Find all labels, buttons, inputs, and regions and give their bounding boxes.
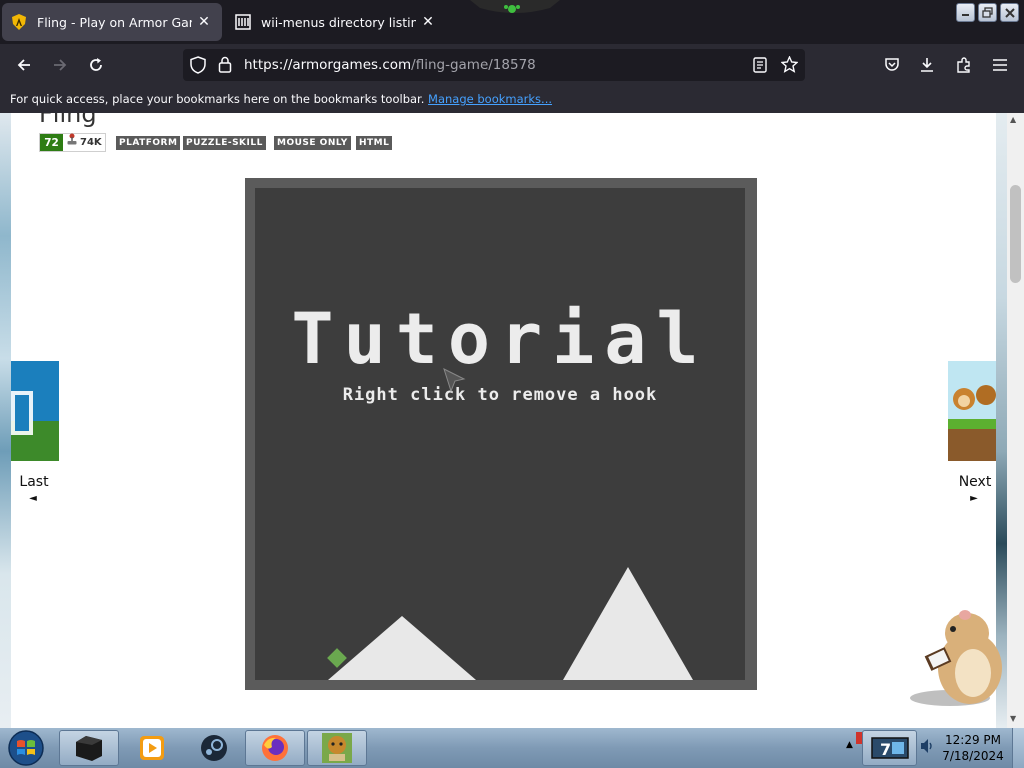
tab-title: wii-menus directory listing [261,14,416,30]
close-tab-icon[interactable]: ✕ [192,14,216,30]
menu-hamburger-icon[interactable] [985,50,1015,80]
tab-wii-menus[interactable]: wii-menus directory listing ✕ [226,3,446,41]
lock-icon[interactable] [218,56,232,77]
tab-title: Fling - Play on Armor Games [37,14,192,30]
previous-arrow-icon[interactable]: ◄ [9,493,57,504]
downloads-icon[interactable] [912,50,942,80]
scroll-down-arrow-icon[interactable]: ▼ [1010,714,1016,723]
windows-taskbar: ▲ 7 12:29 PM 7/18/2024 [0,728,1024,768]
spike-right [563,567,693,680]
system-clock[interactable]: 12:29 PM 7/18/2024 [940,732,1006,764]
reader-view-icon[interactable] [753,57,767,77]
restore-button[interactable] [978,3,997,22]
close-tab-icon[interactable]: ✕ [416,14,440,30]
tab-bar: Fling - Play on Armor Games ✕ wii-menus … [0,0,1024,44]
tag-mouse-only[interactable]: MOUSE ONLY [274,136,351,150]
spike-left [328,616,476,680]
show-desktop-button[interactable] [1012,728,1024,768]
clock-date: 7/18/2024 [942,749,1004,763]
taskbar-app-steam[interactable] [184,730,244,766]
rating-score: 72 [40,134,63,151]
desktop-gadget [470,0,560,18]
tag-platform[interactable]: PLATFORM [116,136,181,150]
back-button[interactable] [9,50,39,80]
taskbar-app-media-player[interactable] [122,730,182,766]
forward-button[interactable] [45,50,75,80]
game-title: Fling [39,113,97,128]
tag-puzzle-skill[interactable]: PUZZLE-SKILL [183,136,266,150]
minimize-button[interactable] [956,3,975,22]
address-bar[interactable]: https://armorgames.com/fling-game/18578 [183,49,805,81]
start-button[interactable] [4,729,48,767]
bookmarks-toolbar: For quick access, place your bookmarks h… [0,85,1024,113]
rating-badge: 72 74K [39,133,106,152]
background-art-left [0,113,11,728]
show-hidden-icons-arrow-icon[interactable]: ▲ [846,740,853,750]
taskbar-app-firefox[interactable] [245,730,305,766]
bookmark-star-icon[interactable] [780,55,799,77]
armor-games-shield-icon [11,14,27,30]
pocket-icon[interactable] [877,50,907,80]
scrollbar-thumb[interactable] [1010,185,1021,283]
next-game-label[interactable]: Next [951,474,999,490]
taskbar-app-box-game[interactable] [307,730,367,766]
bookmarks-hint: For quick access, place your bookmarks h… [10,92,425,106]
tag-html[interactable]: HTML [356,136,393,150]
tray-app-badge-icon[interactable]: 7 [862,730,917,766]
page-viewport: Fling 72 74K PLATFORM PUZZLE-SKILL MOUSE… [0,113,1024,728]
next-arrow-icon[interactable]: ► [950,493,998,504]
taskbar-app-terminal[interactable] [59,730,119,766]
mouse-cursor-icon [443,368,466,393]
svg-text:7: 7 [880,740,891,759]
previous-game-label[interactable]: Last [10,474,58,490]
navigation-toolbar: https://armorgames.com/fling-game/18578 [0,44,1024,85]
previous-game-thumbnail[interactable] [11,361,59,461]
next-game-thumbnail[interactable] [948,361,996,461]
library-icon [235,14,251,30]
tab-fling[interactable]: Fling - Play on Armor Games ✕ [2,3,222,41]
volume-icon[interactable] [920,738,934,758]
extensions-icon[interactable] [949,50,979,80]
player-block [327,648,347,668]
clock-time: 12:29 PM [945,733,1001,747]
tracking-protection-shield-icon[interactable] [190,56,206,78]
plays-count: 74K [63,133,105,152]
manage-bookmarks-link[interactable]: Manage bookmarks... [428,92,552,106]
joystick-icon [67,133,77,152]
scroll-up-arrow-icon[interactable]: ▲ [1010,115,1016,124]
game-scene [327,567,693,680]
reload-button[interactable] [81,50,111,80]
hamster-mascot-icon [910,610,1002,706]
close-window-button[interactable] [1000,3,1019,22]
url-text[interactable]: https://armorgames.com/fling-game/18578 [244,57,536,73]
